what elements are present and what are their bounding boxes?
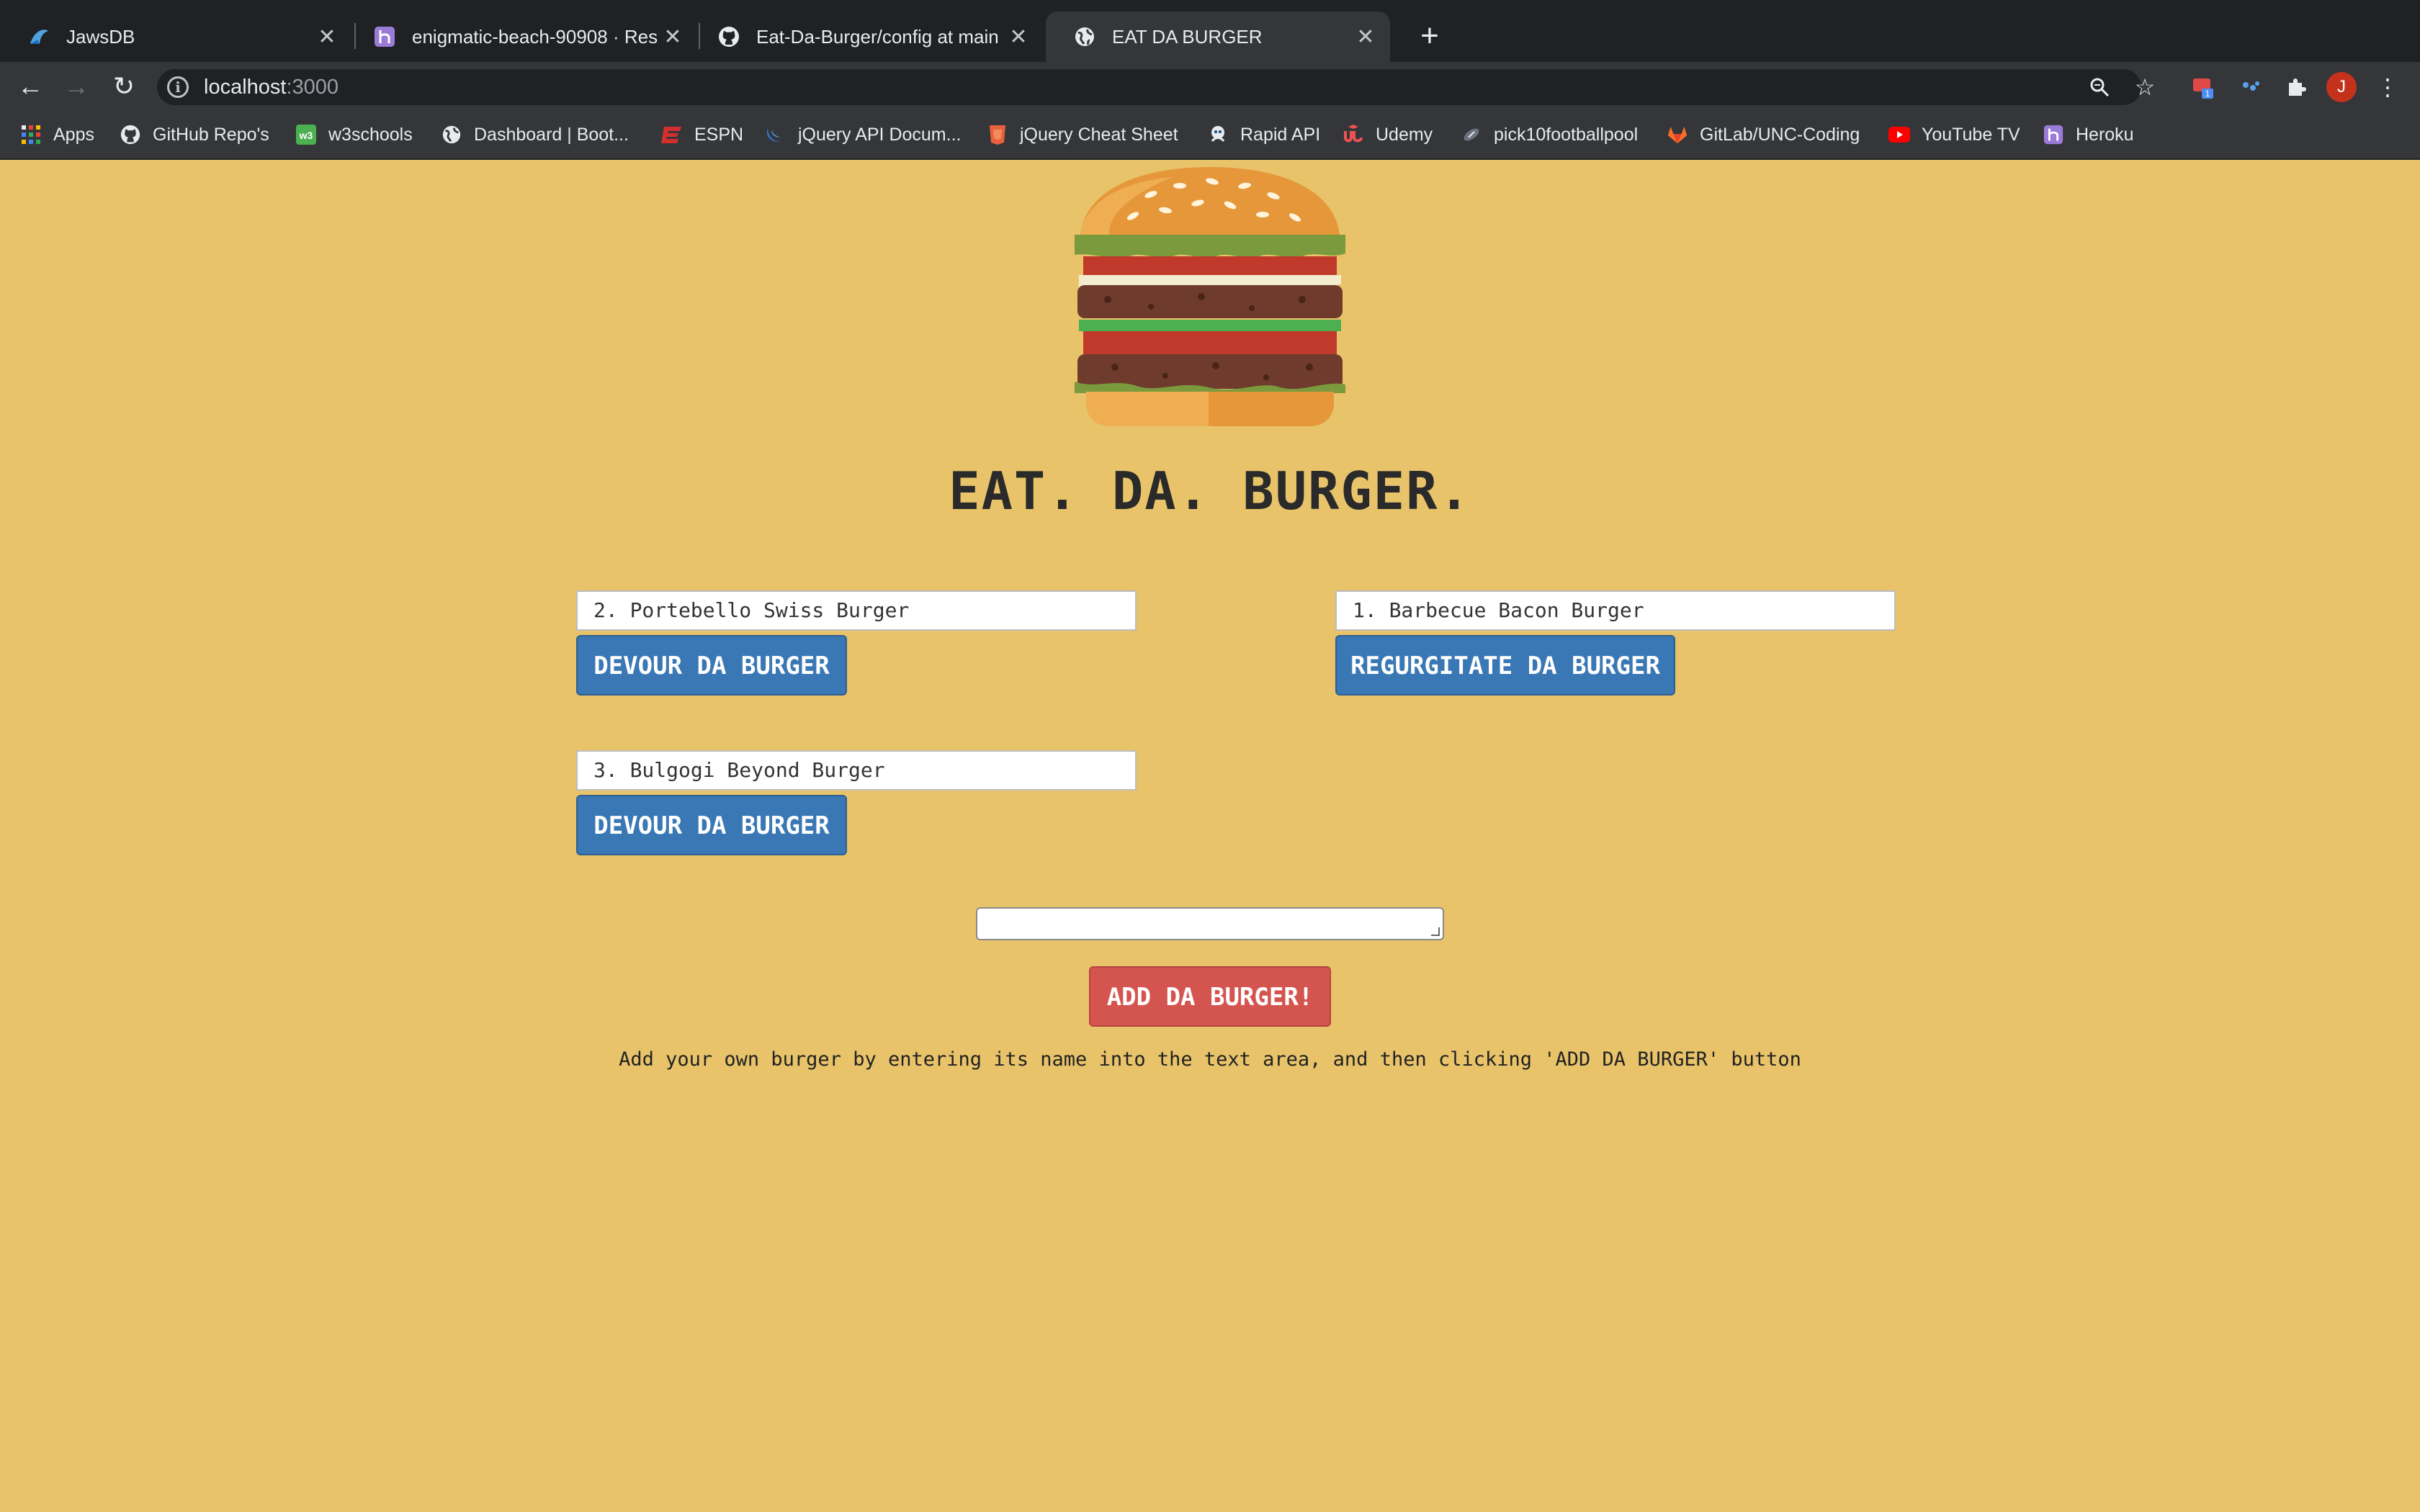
burger-name-field: 3. Bulgogi Beyond Burger — [576, 750, 1137, 791]
devour-burger-button[interactable]: DEVOUR DA BURGER — [576, 795, 847, 855]
bookmark-youtube-tv[interactable]: YouTube TV — [1888, 122, 2020, 148]
burger-name-field: 2. Portebello Swiss Burger — [576, 590, 1137, 631]
bookmark-label: Heroku — [2076, 124, 2134, 145]
extension-dots-icon[interactable] — [2233, 69, 2269, 105]
bookmark-label: Rapid API — [1240, 124, 1321, 145]
github-icon — [120, 124, 141, 145]
football-icon — [1461, 124, 1482, 145]
bookmark-w3schools[interactable]: w3 w3schools — [295, 122, 413, 148]
burger-name-field: 1. Barbecue Bacon Burger — [1335, 590, 1896, 631]
tab-title: enigmatic-beach-90908 · Reso — [412, 25, 658, 48]
bookmark-label: GitHub Repo's — [153, 124, 269, 145]
tab-jawsdb[interactable]: JawsDB ✕ — [0, 12, 351, 62]
bookmark-label: jQuery Cheat Sheet — [1020, 124, 1178, 145]
tab-title: JawsDB — [66, 25, 135, 48]
bookmark-label: Dashboard | Boot... — [474, 124, 629, 145]
page-title: EAT. DA. BURGER. — [949, 461, 1471, 521]
svg-text:1: 1 — [2205, 89, 2210, 99]
heroku-icon — [2043, 124, 2064, 145]
close-icon[interactable]: ✕ — [1004, 24, 1033, 50]
bookmark-espn[interactable]: ESPN — [661, 122, 743, 148]
heroku-icon — [373, 25, 396, 48]
devour-burger-button[interactable]: DEVOUR DA BURGER — [576, 635, 847, 696]
address-bar[interactable] — [157, 69, 2141, 105]
profile-avatar[interactable]: J — [2326, 72, 2357, 102]
tab-heroku-resources[interactable]: enigmatic-beach-90908 · Reso ✕ — [346, 12, 697, 62]
rapidapi-icon — [1207, 124, 1229, 145]
espn-icon — [661, 124, 683, 145]
bookmark-label: Udemy — [1376, 124, 1433, 145]
extensions-puzzle-icon[interactable] — [2279, 69, 2315, 105]
jquery-icon — [765, 124, 786, 145]
youtube-icon — [1888, 124, 1910, 145]
close-icon[interactable]: ✕ — [658, 24, 687, 50]
w3schools-icon: w3 — [295, 124, 317, 145]
github-icon — [717, 25, 740, 48]
svg-text:w3: w3 — [299, 130, 313, 141]
menu-kebab-icon[interactable]: ⋮ — [2370, 69, 2406, 105]
bookmark-label: w3schools — [328, 124, 413, 145]
extension-pinned-icon[interactable]: 1 — [2187, 69, 2223, 105]
bookmark-label: ESPN — [694, 124, 744, 145]
back-arrow-icon[interactable]: ← — [13, 69, 48, 104]
apps-grid-icon — [20, 124, 42, 145]
bookmark-star-icon[interactable]: ☆ — [2127, 69, 2163, 105]
burger-logo-image — [1075, 167, 1345, 426]
globe-icon — [1073, 25, 1096, 48]
globe-icon — [441, 124, 462, 145]
bookmark-rapid-api[interactable]: Rapid API — [1207, 122, 1320, 148]
bookmark-apps[interactable]: Apps — [20, 122, 94, 148]
cheatsheet-icon — [987, 124, 1008, 145]
tab-title: Eat-Da-Burger/config at main · — [756, 25, 1004, 48]
bookmark-github-repos[interactable]: GitHub Repo's — [120, 122, 269, 148]
bookmark-pick10footballpool[interactable]: pick10footballpool — [1461, 122, 1638, 148]
bookmark-udemy[interactable]: Udemy — [1343, 122, 1433, 148]
gitlab-icon — [1667, 124, 1688, 145]
bookmark-dashboard-bootstrap[interactable]: Dashboard | Boot... — [441, 122, 629, 148]
reload-icon[interactable]: ↻ — [107, 69, 141, 104]
new-tab-button[interactable]: + — [1408, 16, 1451, 56]
tab-title: EAT DA BURGER — [1112, 25, 1263, 48]
add-burger-button[interactable]: ADD DA BURGER! — [1089, 966, 1331, 1027]
url-text[interactable]: localhost:3000 — [204, 74, 339, 100]
bookmark-label: jQuery API Docum... — [798, 124, 962, 145]
bookmark-jquery-api[interactable]: jQuery API Docum... — [765, 122, 961, 148]
bookmark-jquery-cheat-sheet[interactable]: jQuery Cheat Sheet — [987, 122, 1178, 148]
bookmark-heroku[interactable]: Heroku — [2043, 122, 2134, 148]
udemy-icon — [1343, 124, 1364, 145]
tab-github-config[interactable]: Eat-Da-Burger/config at main · ✕ — [690, 12, 1043, 62]
new-burger-textarea[interactable] — [976, 907, 1444, 940]
regurgitate-burger-button[interactable]: REGURGITATE DA BURGER — [1335, 635, 1675, 696]
resize-handle-icon[interactable] — [1431, 927, 1440, 936]
bookmark-label: GitLab/UNC-Coding — [1700, 124, 1860, 145]
bookmark-label: Apps — [53, 124, 94, 145]
tab-eat-da-burger[interactable]: EAT DA BURGER ✕ — [1046, 12, 1390, 62]
close-icon[interactable]: ✕ — [1351, 24, 1380, 50]
bookmark-label: YouTube TV — [1922, 124, 2020, 145]
zoom-icon[interactable] — [2081, 69, 2118, 105]
close-icon[interactable]: ✕ — [313, 24, 341, 50]
jawsdb-icon — [27, 25, 50, 48]
forward-arrow-icon[interactable]: → — [59, 69, 94, 104]
site-info-icon[interactable]: i — [167, 76, 189, 98]
bookmark-gitlab-unc-coding[interactable]: GitLab/UNC-Coding — [1667, 122, 1860, 148]
bookmark-label: pick10footballpool — [1494, 124, 1639, 145]
instructions-text: Add your own burger by entering its name… — [619, 1048, 1801, 1071]
